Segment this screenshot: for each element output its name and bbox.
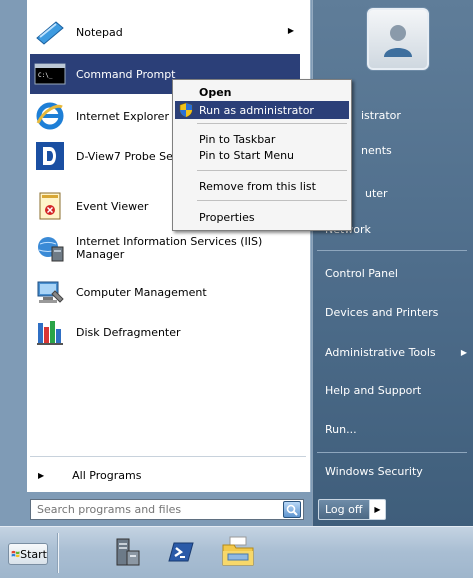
program-item-iis-manager[interactable]: Internet Information Services (IIS) Mana… [30, 228, 300, 268]
log-off-button[interactable]: Log off [318, 499, 370, 520]
all-programs-label: All Programs [72, 468, 142, 482]
server-manager-icon [116, 538, 140, 566]
iis-manager-icon [34, 232, 66, 264]
user-silhouette-icon [384, 25, 412, 57]
right-item-windows-security[interactable]: Windows Security [317, 456, 469, 486]
search-input[interactable] [31, 503, 271, 516]
program-label: Internet Information Services (IIS) Mana… [76, 235, 263, 261]
program-label: D-View7 Probe Se [76, 149, 173, 163]
right-item-label: uter [365, 186, 388, 200]
program-item-notepad[interactable]: Notepad ▶ [30, 12, 300, 52]
context-item-label: Open [199, 85, 232, 99]
explorer-folder-icon [222, 536, 254, 566]
computer-management-icon [34, 276, 66, 308]
program-label: Event Viewer [76, 199, 149, 213]
uac-shield-icon [179, 102, 193, 118]
expand-arrow-icon: ▶ [38, 470, 45, 480]
program-label: Computer Management [76, 285, 207, 299]
context-item-remove-from-list[interactable]: Remove from this list [175, 177, 349, 195]
search-box[interactable] [30, 499, 304, 520]
event-viewer-icon [34, 190, 66, 222]
start-label: Start [20, 547, 47, 561]
context-divider [197, 170, 347, 171]
user-avatar[interactable] [367, 8, 429, 70]
internet-explorer-icon [34, 100, 66, 132]
context-menu: Open Run as administrator Pin to Taskbar… [172, 79, 352, 231]
right-item-label: Devices and Printers [325, 305, 439, 319]
context-item-properties[interactable]: Properties [175, 208, 349, 226]
right-item-label: nents [361, 143, 392, 157]
right-item-run[interactable]: Run... [317, 414, 469, 444]
command-prompt-icon: C:\_ [34, 58, 66, 90]
context-item-open[interactable]: Open [175, 83, 349, 101]
right-item-label: Windows Security [325, 464, 423, 478]
notepad-icon [34, 16, 66, 48]
right-item-label: istrator [361, 108, 401, 122]
right-item-label: Help and Support [325, 383, 422, 397]
shutdown-options-arrow-icon[interactable]: ▶ [370, 499, 386, 520]
context-divider [197, 123, 347, 124]
taskbar-windows-explorer[interactable] [218, 532, 258, 572]
start-button[interactable]: Start [8, 543, 48, 565]
search-icon[interactable] [283, 501, 301, 518]
places-divider [317, 452, 467, 453]
right-item-administrative-tools[interactable]: Administrative Tools ▶ [317, 337, 469, 367]
context-divider [197, 200, 347, 201]
windows-flag-icon [11, 550, 20, 558]
disk-defragmenter-icon [34, 316, 66, 348]
places-divider [317, 250, 467, 251]
context-item-pin-to-start-menu[interactable]: Pin to Start Menu [175, 146, 349, 164]
context-item-label: Run as administrator [199, 103, 314, 117]
right-item-label: Run... [325, 422, 357, 436]
right-item-control-panel[interactable]: Control Panel [317, 258, 469, 288]
program-label: Notepad [76, 25, 123, 39]
programs-divider [30, 456, 306, 457]
taskbar-divider [57, 533, 59, 573]
right-item-label: Control Panel [325, 266, 398, 280]
taskbar-server-manager[interactable] [106, 532, 146, 572]
right-item-help-support[interactable]: Help and Support [317, 375, 469, 405]
submenu-arrow-icon: ▶ [287, 26, 294, 35]
right-item-devices-printers[interactable]: Devices and Printers [317, 297, 469, 327]
context-item-label: Pin to Taskbar [199, 132, 276, 146]
svg-text:C:\_: C:\_ [38, 72, 53, 79]
context-item-label: Pin to Start Menu [199, 148, 295, 162]
all-programs-button[interactable]: ▶ All Programs [30, 462, 306, 488]
context-item-run-as-administrator[interactable]: Run as administrator [175, 101, 349, 119]
context-item-label: Properties [199, 210, 255, 224]
program-item-computer-management[interactable]: Computer Management [30, 272, 300, 312]
powershell-icon [168, 542, 194, 562]
dview-d-logo-icon [34, 140, 66, 172]
log-off-group: Log off ▶ [318, 499, 386, 520]
program-item-disk-defragmenter[interactable]: Disk Defragmenter [30, 312, 300, 352]
taskbar-powershell[interactable] [160, 532, 200, 572]
program-label: Disk Defragmenter [76, 325, 181, 339]
right-item-label: Administrative Tools [325, 345, 436, 359]
submenu-arrow-icon: ▶ [460, 347, 467, 357]
program-label: Internet Explorer [76, 109, 169, 123]
context-item-label: Remove from this list [199, 179, 316, 193]
program-label: Command Prompt [76, 67, 176, 81]
